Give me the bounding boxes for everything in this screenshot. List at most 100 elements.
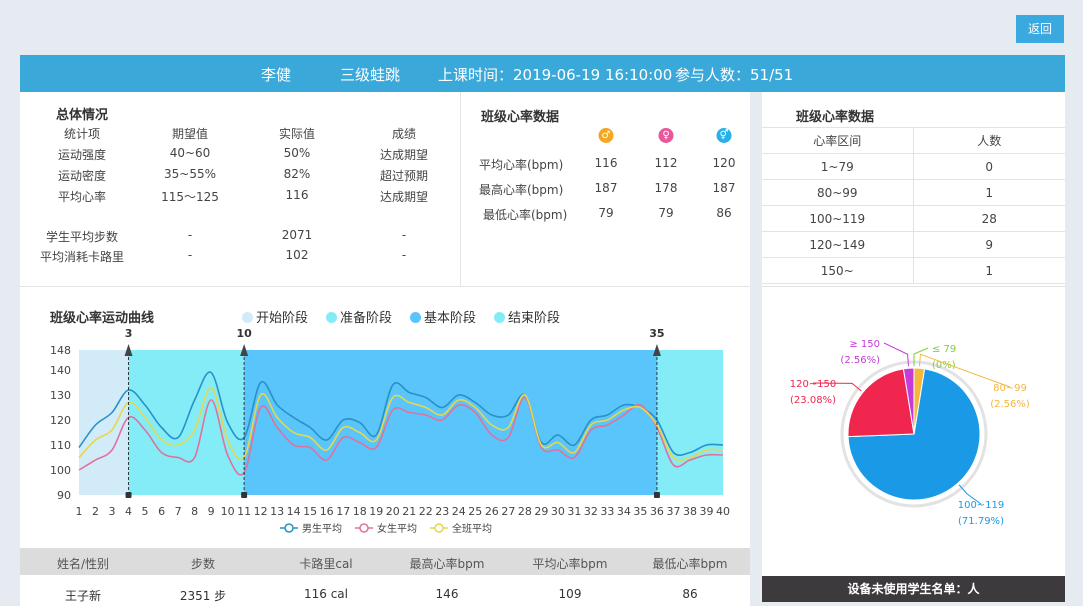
legend-marker-icon — [434, 523, 444, 533]
table-row: 120~149 9 — [762, 231, 1065, 258]
student-col-header[interactable]: 最低心率bpm — [653, 555, 728, 572]
overall-cell: 50% — [283, 146, 311, 160]
table-row[interactable]: 王子新 2351 步 116 cal 146 109 86 — [20, 575, 750, 606]
x-tick-label: 14 — [287, 505, 301, 518]
x-tick-label: 21 — [402, 505, 416, 518]
y-tick-label: 110 — [50, 439, 71, 452]
x-tick-label: 17 — [336, 505, 350, 518]
overall-cell: 超过预期 — [379, 169, 429, 183]
overall-col-header: 统计项 — [63, 127, 101, 141]
hr-data-panel: 班级心率数据 ♂ ♀ ⚥ 平均心率(bpm) 116 112 120 最高心率(bpm) 187… — [460, 92, 750, 286]
stage-band — [79, 350, 129, 495]
overall-title: 总体情况 — [56, 108, 109, 123]
class-time: 上课时间：2019-06-19 16:10:00 — [438, 66, 673, 84]
overall-cell: 学生平均步数 — [45, 230, 119, 244]
participants: 参与人数：51/51 — [675, 66, 794, 84]
x-tick-label: 26 — [485, 505, 499, 518]
student-col-header[interactable]: 最高心率bpm — [410, 555, 485, 572]
overall-cell: 平均消耗卡路里 — [39, 250, 125, 264]
hr-cell: 187 — [594, 181, 618, 195]
hr-range-panel: 班级心率数据 心率区间 人数 1~79 0 80~99 1 100~119 28 120~149… — [762, 92, 1065, 286]
pie-pct-label: (23.08%) — [790, 395, 836, 406]
pie-pct-label: (2.56%) — [990, 399, 1030, 410]
overall-cell: - — [187, 228, 193, 242]
y-tick-label: 100 — [50, 464, 71, 477]
table-row: 1~79 0 — [762, 153, 1065, 180]
hr-cell: 79 — [598, 206, 614, 220]
range-cell: 100~119 — [762, 205, 914, 232]
stage-marker-label: 3 — [125, 327, 133, 340]
overall-cell: 达成期望 — [379, 148, 429, 162]
overall-cell: 35~55% — [164, 167, 216, 181]
back-button[interactable]: 返回 — [1016, 15, 1064, 43]
x-tick-label: 7 — [175, 505, 182, 518]
x-tick-label: 6 — [158, 505, 165, 518]
table-row: 150~ 1 — [762, 257, 1065, 284]
legend-label: 女生平均 — [377, 522, 417, 535]
pie-label: 100~119 — [958, 500, 1005, 511]
x-tick-label: 11 — [237, 505, 251, 518]
student-col-header[interactable]: 卡路里cal — [299, 555, 352, 572]
hr-cell: 79 — [658, 206, 674, 220]
stage-band — [656, 350, 723, 495]
male-icon: ♂ — [598, 128, 614, 143]
overall-cell: 115～125 — [161, 190, 219, 204]
x-tick-label: 12 — [254, 505, 268, 518]
student-table-header: 姓名/性别 步数 卡路里cal 最高心率bpm 平均心率bpm 最低心率bpm — [20, 548, 750, 575]
y-tick-label: 90 — [57, 489, 71, 502]
overall-cell: - — [401, 248, 407, 262]
student-cell: 86 — [682, 587, 698, 601]
overall-cell: 运动密度 — [57, 169, 107, 183]
student-cell: 109 — [558, 587, 582, 601]
range-cell: 28 — [913, 205, 1065, 232]
stage-marker-label: 10 — [236, 327, 252, 340]
legend-marker-icon — [359, 523, 369, 533]
x-tick-label: 4 — [125, 505, 132, 518]
y-tick-label: 130 — [50, 389, 71, 402]
legend-marker-icon — [284, 523, 294, 533]
x-tick-label: 1 — [76, 505, 83, 518]
hr-cell: 86 — [716, 206, 732, 220]
stage-marker-base — [125, 492, 132, 498]
hr-pie-chart: 100~119 (71.79%) 120~150 (23.08%) ≥ 150 (2.56… — [790, 339, 1030, 527]
student-col-header[interactable]: 步数 — [191, 555, 215, 572]
pie-label: ≥ 150 — [849, 339, 880, 350]
stage-marker-base — [653, 492, 660, 498]
range-cell: 80~99 — [762, 179, 914, 206]
student-col-header[interactable]: 姓名/性别 — [57, 555, 109, 572]
x-tick-label: 27 — [501, 505, 515, 518]
table-row: 80~99 1 — [762, 179, 1065, 206]
teacher-name: 李健 — [261, 66, 292, 84]
overall-cell: 102 — [285, 248, 309, 262]
overall-col-header: 期望值 — [171, 127, 209, 141]
overall-cell: 达成期望 — [379, 190, 429, 204]
x-tick-label: 22 — [419, 505, 433, 518]
student-col-header[interactable]: 平均心率bpm — [533, 555, 608, 572]
x-tick-label: 5 — [142, 505, 149, 518]
x-tick-label: 39 — [699, 505, 713, 518]
x-tick-label: 29 — [534, 505, 548, 518]
pie-label: ≤ 79 — [932, 344, 956, 355]
student-cell: 116 cal — [303, 587, 349, 601]
x-tick-label: 10 — [221, 505, 235, 518]
stage-marker-base — [241, 492, 248, 498]
table-row: 100~119 28 — [762, 205, 1065, 232]
class-header: 李健 三级蛙跳 上课时间：2019-06-19 16:10:00 参与人数：51… — [20, 55, 1065, 92]
pie-slice[interactable] — [847, 368, 915, 438]
stage-marker-label: 35 — [649, 327, 664, 340]
x-tick-label: 24 — [452, 505, 466, 518]
x-tick-label: 36 — [650, 505, 664, 518]
student-cell: 2351 步 — [179, 589, 227, 603]
overall-panel: 总体情况 统计项 期望值 实际值 成绩 运动强度 40~60 50% 达成期望 运动密度 35~5… — [20, 92, 460, 286]
x-tick-label: 25 — [468, 505, 482, 518]
unused-device-list[interactable]: 设备未使用学生名单：人 — [762, 576, 1065, 602]
hr-title: 班级心率数据 — [481, 110, 560, 125]
range-cell: 120~149 — [762, 231, 914, 258]
hr-cell: 187 — [712, 181, 736, 195]
x-tick-label: 23 — [435, 505, 449, 518]
x-tick-label: 30 — [551, 505, 565, 518]
hr-curve-chart: 901001101201301401481 2 3 4 5 6 7 8 9 10 11 12 13 14 1… — [50, 327, 730, 535]
x-tick-label: 34 — [617, 505, 631, 518]
hr-curve-panel: 班级心率运动曲线 开始阶段 准备阶段 基本阶段 结束阶段 90 100 110 120 130… — [20, 286, 750, 548]
range-cell: 1~79 — [762, 153, 914, 180]
